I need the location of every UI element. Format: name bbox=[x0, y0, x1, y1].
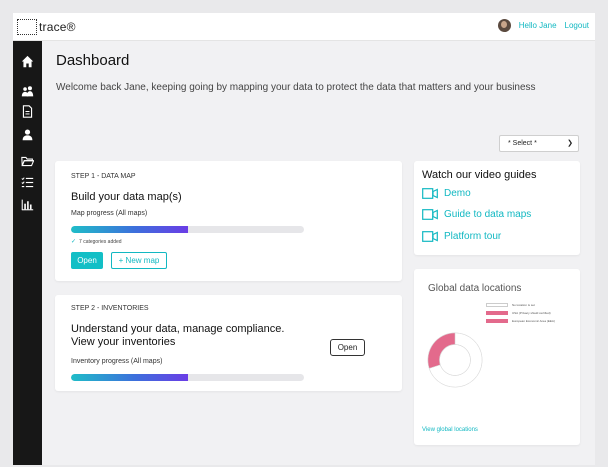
welcome-message: Welcome back Jane, keeping going by mapp… bbox=[56, 82, 536, 93]
video-link-label: Demo bbox=[444, 188, 471, 199]
legend-swatch bbox=[486, 311, 508, 315]
bar-chart-icon[interactable] bbox=[19, 196, 35, 212]
open-inventories-button[interactable]: Open bbox=[330, 339, 365, 356]
categories-note: ✓ 7 categories added bbox=[71, 238, 122, 246]
step-label: STEP 2 - INVENTORIES bbox=[71, 305, 149, 312]
logout-link[interactable]: Logout bbox=[565, 21, 589, 30]
global-locations-card: Global data locations No location is set… bbox=[414, 269, 580, 445]
user-menu: Hello Jane Logout bbox=[497, 19, 589, 32]
view-global-locations-link[interactable]: View global locations bbox=[422, 427, 478, 433]
folder-icon[interactable] bbox=[19, 153, 35, 169]
video-guides-card: Watch our video guides Demo Guide to dat… bbox=[414, 161, 580, 255]
checklist-icon[interactable] bbox=[19, 174, 35, 190]
new-map-button[interactable]: + New map bbox=[111, 252, 167, 269]
data-map-card: STEP 1 - DATA MAP Build your data map(s)… bbox=[55, 161, 402, 281]
open-data-map-button[interactable]: Open bbox=[71, 252, 103, 269]
legend-swatch bbox=[486, 303, 508, 307]
legend-item: No location is set bbox=[486, 303, 535, 307]
legend-label: USA (Privacy shield certified) bbox=[512, 311, 551, 315]
legend-swatch bbox=[486, 319, 508, 323]
donut-hole bbox=[439, 344, 471, 376]
inventories-card: STEP 2 - INVENTORIES Understand your dat… bbox=[55, 295, 402, 391]
video-icon bbox=[422, 209, 438, 220]
card-heading: Build your data map(s) bbox=[71, 191, 182, 203]
people-icon[interactable] bbox=[19, 83, 35, 99]
greeting-link[interactable]: Hello Jane bbox=[519, 21, 557, 30]
video-link-data-maps[interactable]: Guide to data maps bbox=[422, 209, 531, 220]
legend-item: USA (Privacy shield certified) bbox=[486, 311, 551, 315]
video-link-demo[interactable]: Demo bbox=[422, 188, 471, 199]
legend-label: No location is set bbox=[512, 303, 535, 307]
legend-item: European Economic Area (EEA) bbox=[486, 319, 555, 323]
video-guides-title: Watch our video guides bbox=[422, 169, 537, 181]
video-link-label: Guide to data maps bbox=[444, 209, 532, 220]
top-bar: trace® Hello Jane Logout bbox=[13, 13, 595, 41]
check-icon: ✓ bbox=[71, 239, 77, 245]
map-select-value: * Select * bbox=[508, 140, 537, 147]
video-icon bbox=[422, 231, 438, 242]
donut-slice bbox=[427, 332, 456, 369]
categories-note-text: 7 categories added bbox=[79, 238, 122, 245]
page-title: Dashboard bbox=[56, 52, 130, 69]
document-icon[interactable] bbox=[19, 103, 35, 119]
video-link-label: Platform tour bbox=[444, 231, 502, 242]
sidebar bbox=[13, 41, 42, 465]
map-progress-bar bbox=[71, 226, 304, 233]
chevron-down-icon: ❯ bbox=[567, 140, 573, 147]
progress-label: Inventory progress (All maps) bbox=[71, 358, 163, 365]
logo[interactable]: trace® bbox=[17, 18, 76, 36]
logo-text: trace® bbox=[39, 20, 76, 34]
logo-mark bbox=[17, 19, 37, 35]
video-icon bbox=[422, 188, 438, 199]
step-label: STEP 1 - DATA MAP bbox=[71, 173, 136, 180]
avatar[interactable] bbox=[497, 19, 511, 32]
inventory-progress-fill bbox=[71, 374, 188, 381]
inventory-progress-bar bbox=[71, 374, 304, 381]
app-window: trace® Hello Jane Logout Dashboard Welco… bbox=[13, 13, 595, 465]
card-heading: Understand your data, manage compliance.… bbox=[71, 323, 285, 348]
user-icon[interactable] bbox=[19, 126, 35, 142]
map-select[interactable]: * Select * ❯ bbox=[499, 135, 579, 152]
home-icon[interactable] bbox=[19, 53, 35, 69]
progress-label: Map progress (All maps) bbox=[71, 210, 148, 217]
legend-label: European Economic Area (EEA) bbox=[512, 319, 555, 323]
main-content: Dashboard Welcome back Jane, keeping goi… bbox=[42, 41, 595, 465]
global-locations-title: Global data locations bbox=[428, 283, 522, 294]
map-progress-fill bbox=[71, 226, 188, 233]
video-link-platform-tour[interactable]: Platform tour bbox=[422, 231, 501, 242]
global-locations-donut-chart bbox=[427, 332, 483, 388]
